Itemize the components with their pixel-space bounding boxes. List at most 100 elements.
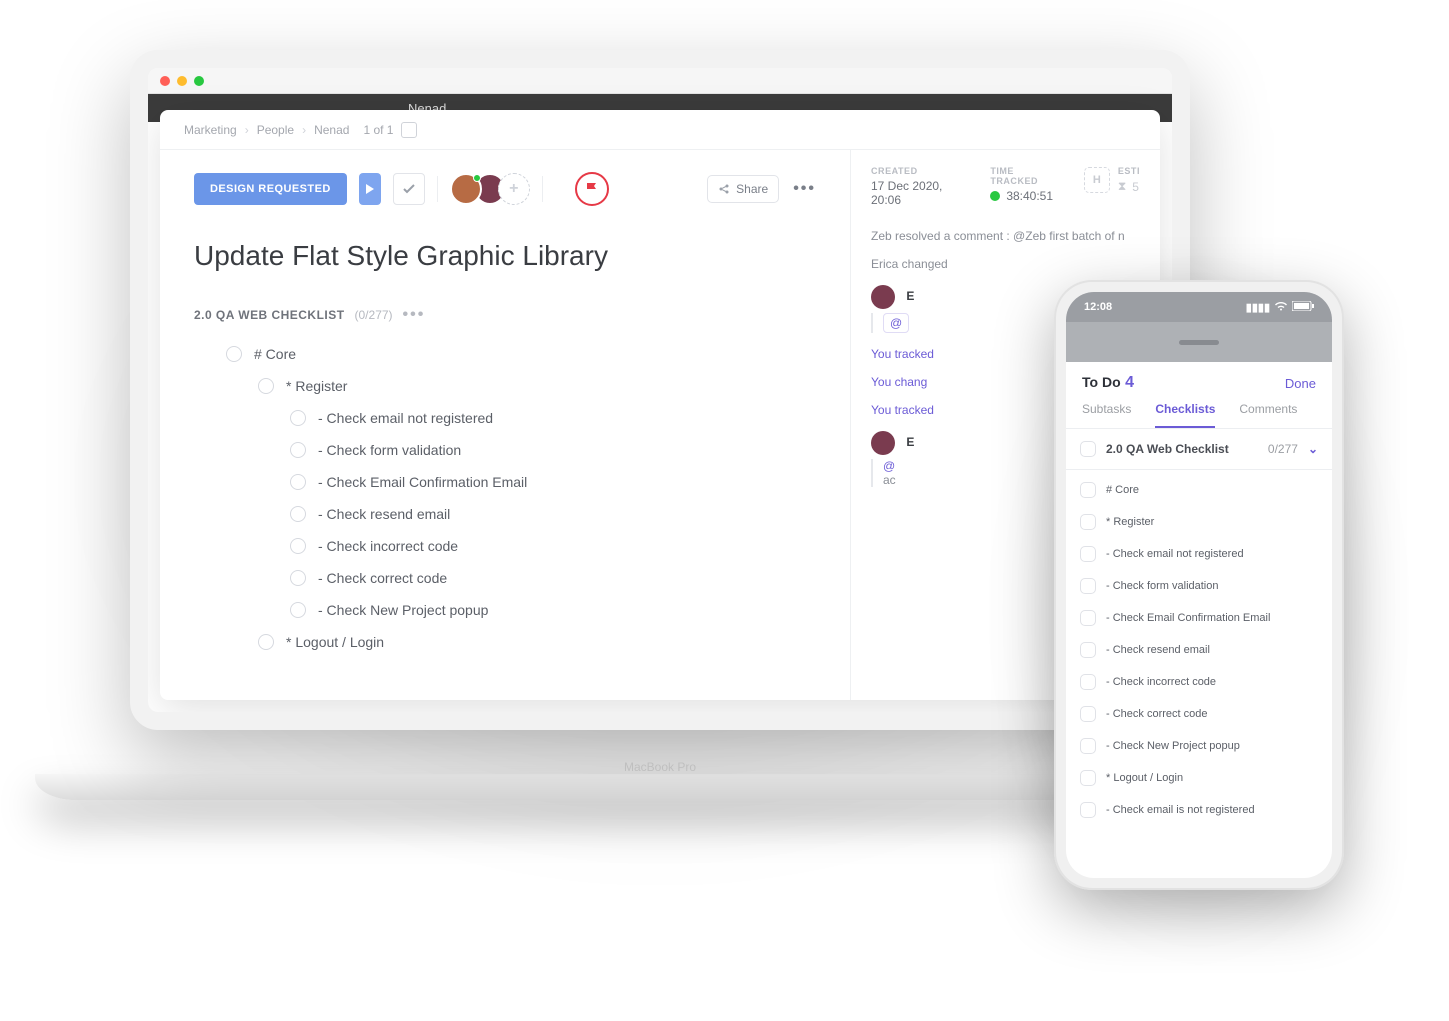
phone-status-bar: 12:08 ▮▮▮▮ [1066,292,1332,322]
phone-tabs: Subtasks Checklists Comments [1066,392,1332,429]
checkbox-icon[interactable] [1080,674,1096,690]
more-menu-button[interactable]: ••• [793,180,816,198]
crumb-people[interactable]: People [257,123,294,137]
checkbox-icon[interactable] [1080,802,1096,818]
checkbox-icon[interactable] [1080,441,1096,457]
task-title[interactable]: Update Flat Style Graphic Library [194,240,816,272]
activity-line: Erica changed [871,257,1140,271]
signal-icon: ▮▮▮▮ [1246,301,1270,314]
maximize-icon[interactable] [194,76,204,86]
checkbox-icon[interactable] [290,602,306,618]
checklist-item[interactable]: - Check Email Confirmation Email [194,466,816,498]
checkbox-icon[interactable] [1080,642,1096,658]
avatar[interactable] [450,173,482,205]
checkbox-icon[interactable] [1080,514,1096,530]
checkbox-icon[interactable] [258,634,274,650]
task-card: Marketing › People › Nenad 1 of 1 DESIGN… [160,110,1160,700]
battery-icon [1292,301,1314,314]
done-button[interactable]: Done [1285,376,1316,391]
window-titlebar [148,68,1172,94]
checkbox-icon[interactable] [1080,546,1096,562]
checklist-item[interactable]: * Logout / Login [194,626,816,658]
list-item[interactable]: # Core [1066,474,1332,506]
checklist-count: (0/277) [355,308,393,322]
tab-checklists[interactable]: Checklists [1155,402,1215,428]
list-item[interactable]: - Check correct code [1066,698,1332,730]
activity-line: Zeb resolved a comment : @Zeb first batc… [871,229,1140,243]
checkbox-icon[interactable] [1080,706,1096,722]
share-icon [718,183,730,195]
checklist-item[interactable]: - Check resend email [194,498,816,530]
mention-chip[interactable]: @ [883,313,909,333]
flag-icon [586,182,598,196]
checkbox-icon[interactable] [1080,482,1096,498]
list-item[interactable]: - Check resend email [1066,634,1332,666]
divider [437,176,438,202]
phone-checklist: # Core * Register - Check email not regi… [1066,470,1332,878]
checklist-name[interactable]: 2.0 QA WEB CHECKLIST [194,308,345,322]
checklist-item[interactable]: - Check form validation [194,434,816,466]
share-button[interactable]: Share [707,175,779,203]
complete-button[interactable] [393,173,425,205]
phone-sheet-title: To Do [1082,374,1121,390]
tab-subtasks[interactable]: Subtasks [1082,402,1131,428]
checkbox-icon[interactable] [290,410,306,426]
list-item[interactable]: - Check Email Confirmation Email [1066,602,1332,634]
checklist-item[interactable]: # Core [194,338,816,370]
crumb-nenad[interactable]: Nenad [314,123,349,137]
checkbox-icon[interactable] [290,506,306,522]
checklist-menu-button[interactable]: ••• [403,306,426,324]
list-item[interactable]: - Check form validation [1066,570,1332,602]
checklist-item[interactable]: - Check correct code [194,562,816,594]
checkbox-icon[interactable] [1080,738,1096,754]
check-icon [402,182,416,196]
chevron-down-icon[interactable]: ⌄ [1308,442,1318,456]
phone-sheet-count: 4 [1125,374,1134,391]
list-item[interactable]: * Logout / Login [1066,762,1332,794]
list-item[interactable]: - Check email not registered [1066,538,1332,570]
checkbox-icon[interactable] [290,538,306,554]
phone-clock: 12:08 [1084,301,1112,313]
checkbox-icon[interactable] [290,570,306,586]
checkbox-icon[interactable] [258,378,274,394]
checkbox-icon[interactable] [1080,610,1096,626]
checkbox-icon[interactable] [290,474,306,490]
chevron-right-icon: › [302,123,306,137]
breadcrumb: Marketing › People › Nenad 1 of 1 [160,110,1160,150]
close-icon[interactable] [160,76,170,86]
breadcrumb-pager: 1 of 1 [363,123,393,137]
hourglass-icon: H [1084,167,1110,193]
play-icon [366,184,374,194]
add-assignee-button[interactable]: + [498,173,530,205]
checkbox-icon[interactable] [1080,770,1096,786]
priority-flag-button[interactable] [575,172,609,206]
assignees[interactable]: + [450,173,530,205]
checklist: # Core * Register - Check email not regi… [194,338,816,658]
avatar [871,431,895,455]
checklist-item[interactable]: - Check email not registered [194,402,816,434]
checklist-item[interactable]: - Check incorrect code [194,530,816,562]
status-button[interactable]: DESIGN REQUESTED [194,173,347,205]
phone-checklist-header[interactable]: 2.0 QA Web Checklist 0/277 ⌄ [1066,429,1332,470]
checklist-item[interactable]: * Register [194,370,816,402]
checkbox-icon[interactable] [290,442,306,458]
timer-play-icon[interactable] [990,191,1000,201]
minimize-icon[interactable] [177,76,187,86]
avatar [871,285,895,309]
meta-estimate[interactable]: H ESTI ⧗ 5 [1084,166,1140,194]
open-in-new-icon[interactable] [401,122,417,138]
crumb-marketing[interactable]: Marketing [184,123,237,137]
meta-time-tracked[interactable]: TIME TRACKED 38:40:51 [990,166,1054,203]
list-item[interactable]: * Register [1066,506,1332,538]
tab-comments[interactable]: Comments [1239,402,1297,428]
list-item[interactable]: - Check incorrect code [1066,666,1332,698]
checkbox-icon[interactable] [1080,578,1096,594]
meta-created: CREATED 17 Dec 2020, 20:06 [871,166,960,207]
phone-drag-handle[interactable] [1066,322,1332,362]
checkbox-icon[interactable] [226,346,242,362]
list-item[interactable]: - Check email is not registered [1066,794,1332,826]
list-item[interactable]: - Check New Project popup [1066,730,1332,762]
status-next-button[interactable] [359,173,381,205]
checklist-item[interactable]: - Check New Project popup [194,594,816,626]
presence-dot-icon [473,174,481,182]
